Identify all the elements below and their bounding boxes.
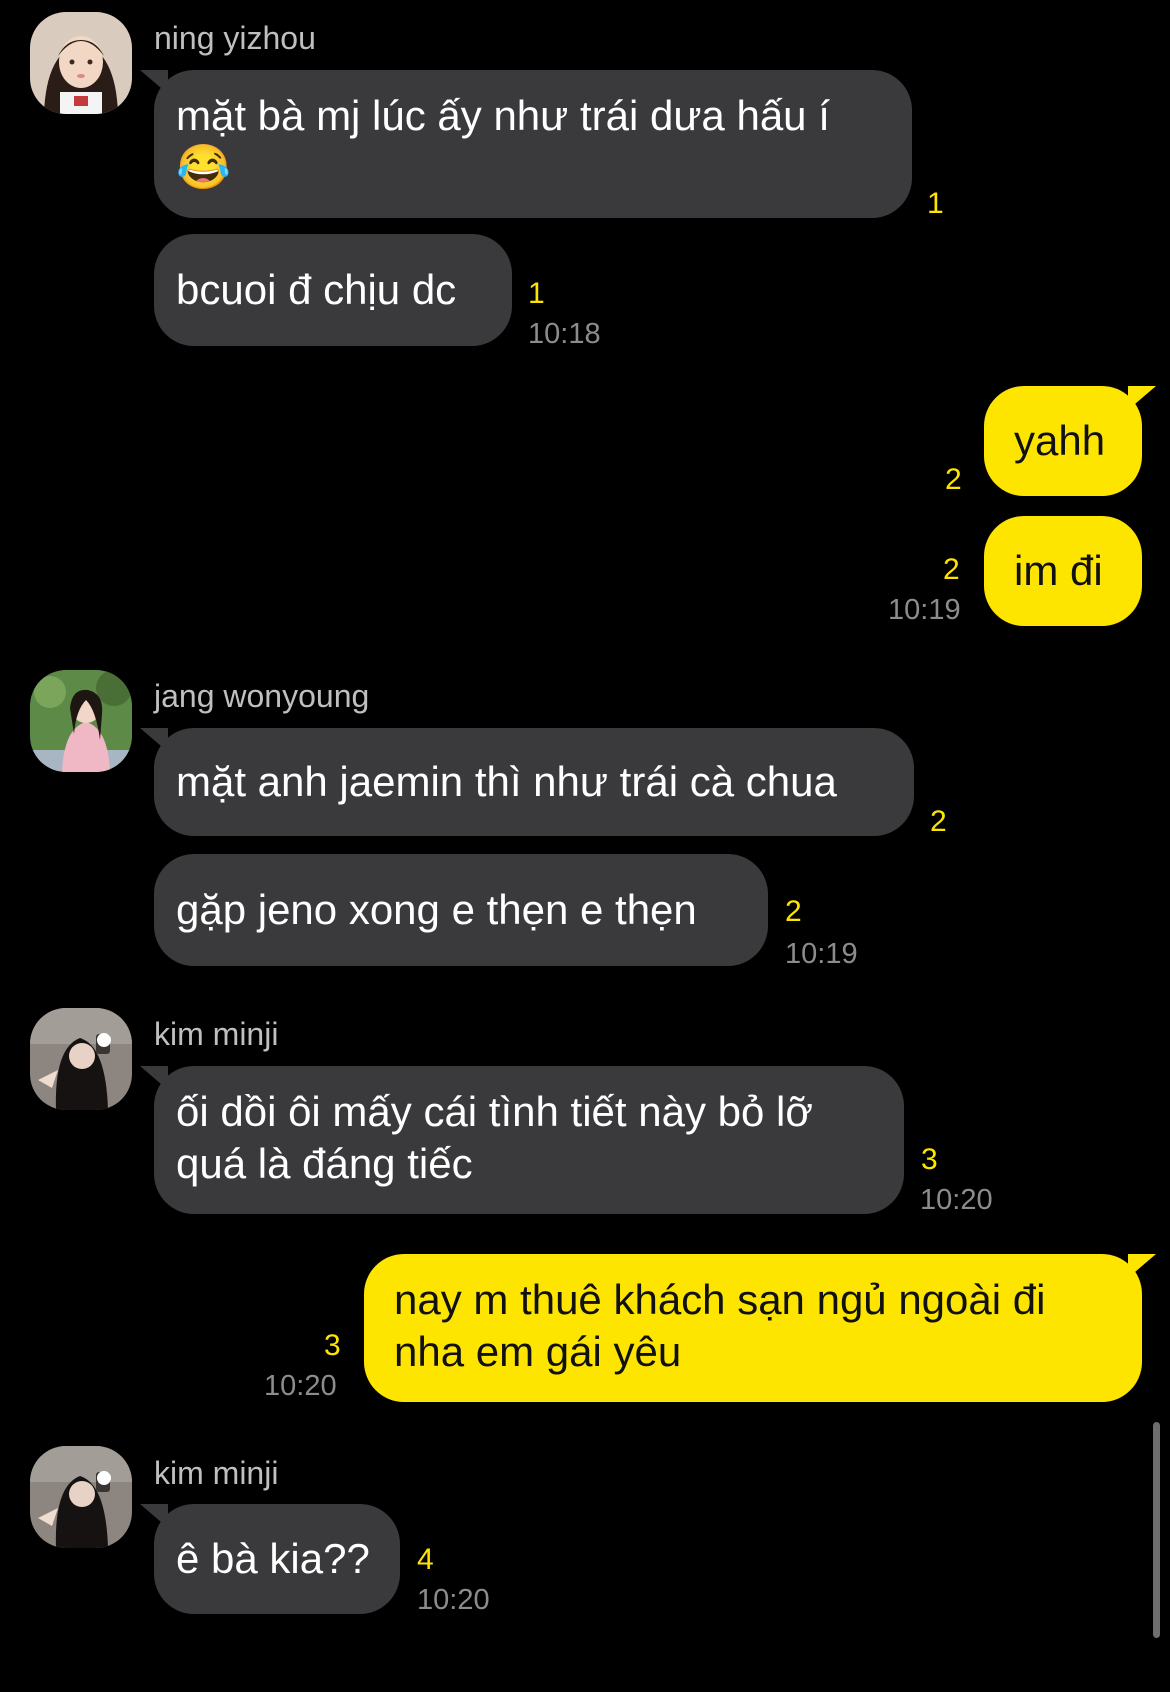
sender-name: jang wonyoung [154, 678, 370, 714]
message-text: ê bà kia?? [176, 1535, 370, 1582]
message-text: gặp jeno xong e thẹn e thẹn [176, 886, 697, 933]
chat-area: ning yizhou mặt bà mj lúc ấy như trái dư… [0, 0, 1170, 1692]
avatar-ning-yizhou[interactable] [30, 12, 132, 114]
message-bubble[interactable]: mặt anh jaemin thì như trái cà chua [140, 728, 914, 836]
message-text-line: quá là đáng tiếc [176, 1140, 473, 1187]
message-bubble[interactable]: ối dồi ôi mấy cái tình tiết này bỏ lỡ qu… [140, 1066, 904, 1214]
timestamp: 10:20 [264, 1370, 337, 1402]
message-text: bcuoi đ chịu dc [176, 266, 457, 313]
avatar-jang-wonyoung[interactable] [30, 670, 132, 772]
message-bubble[interactable]: im đi [984, 516, 1142, 626]
unread-count: 3 [324, 1329, 341, 1362]
message-text: mặt anh jaemin thì như trái cà chua [176, 758, 837, 805]
unread-count: 2 [945, 463, 962, 496]
message-text: yahh [1014, 417, 1106, 464]
unread-count: 2 [930, 805, 947, 838]
message-bubble[interactable]: yahh [984, 386, 1156, 496]
avatar-kim-minji[interactable] [30, 1008, 132, 1110]
timestamp: 10:19 [888, 594, 961, 626]
timestamp: 10:18 [528, 318, 601, 350]
sender-name: kim minji [154, 1455, 279, 1491]
unread-count: 2 [785, 895, 802, 928]
message-bubble[interactable]: ê bà kia?? [140, 1504, 400, 1614]
sender-name: kim minji [154, 1016, 279, 1052]
timestamp: 10:19 [785, 938, 858, 970]
message-text-line: nha em gái yêu [394, 1328, 682, 1375]
unread-count: 1 [528, 277, 545, 310]
unread-count: 2 [943, 553, 960, 586]
timestamp: 10:20 [417, 1584, 490, 1616]
unread-count: 4 [417, 1543, 434, 1576]
tears-of-joy-emoji-icon: 😂 [176, 143, 231, 192]
timestamp: 10:20 [920, 1184, 993, 1216]
message-bubble[interactable]: bcuoi đ chịu dc [154, 234, 512, 346]
avatar-kim-minji[interactable] [30, 1446, 132, 1548]
unread-count: 3 [921, 1143, 938, 1176]
message-text-line: nay m thuê khách sạn ngủ ngoài đi [394, 1276, 1046, 1323]
message-text-line: ối dồi ôi mấy cái tình tiết này bỏ lỡ [176, 1088, 813, 1135]
unread-count: 1 [927, 187, 944, 220]
message-bubble[interactable]: gặp jeno xong e thẹn e thẹn [154, 854, 768, 966]
message-bubble[interactable]: mặt bà mj lúc ấy như trái dưa hấu í 😂 [140, 70, 912, 218]
message-bubble[interactable]: nay m thuê khách sạn ngủ ngoài đi nha em… [364, 1254, 1156, 1402]
message-text: im đi [1014, 547, 1103, 594]
scrollbar[interactable] [1153, 1422, 1160, 1638]
sender-name: ning yizhou [154, 20, 316, 56]
message-text: mặt bà mj lúc ấy như trái dưa hấu í [176, 92, 830, 139]
